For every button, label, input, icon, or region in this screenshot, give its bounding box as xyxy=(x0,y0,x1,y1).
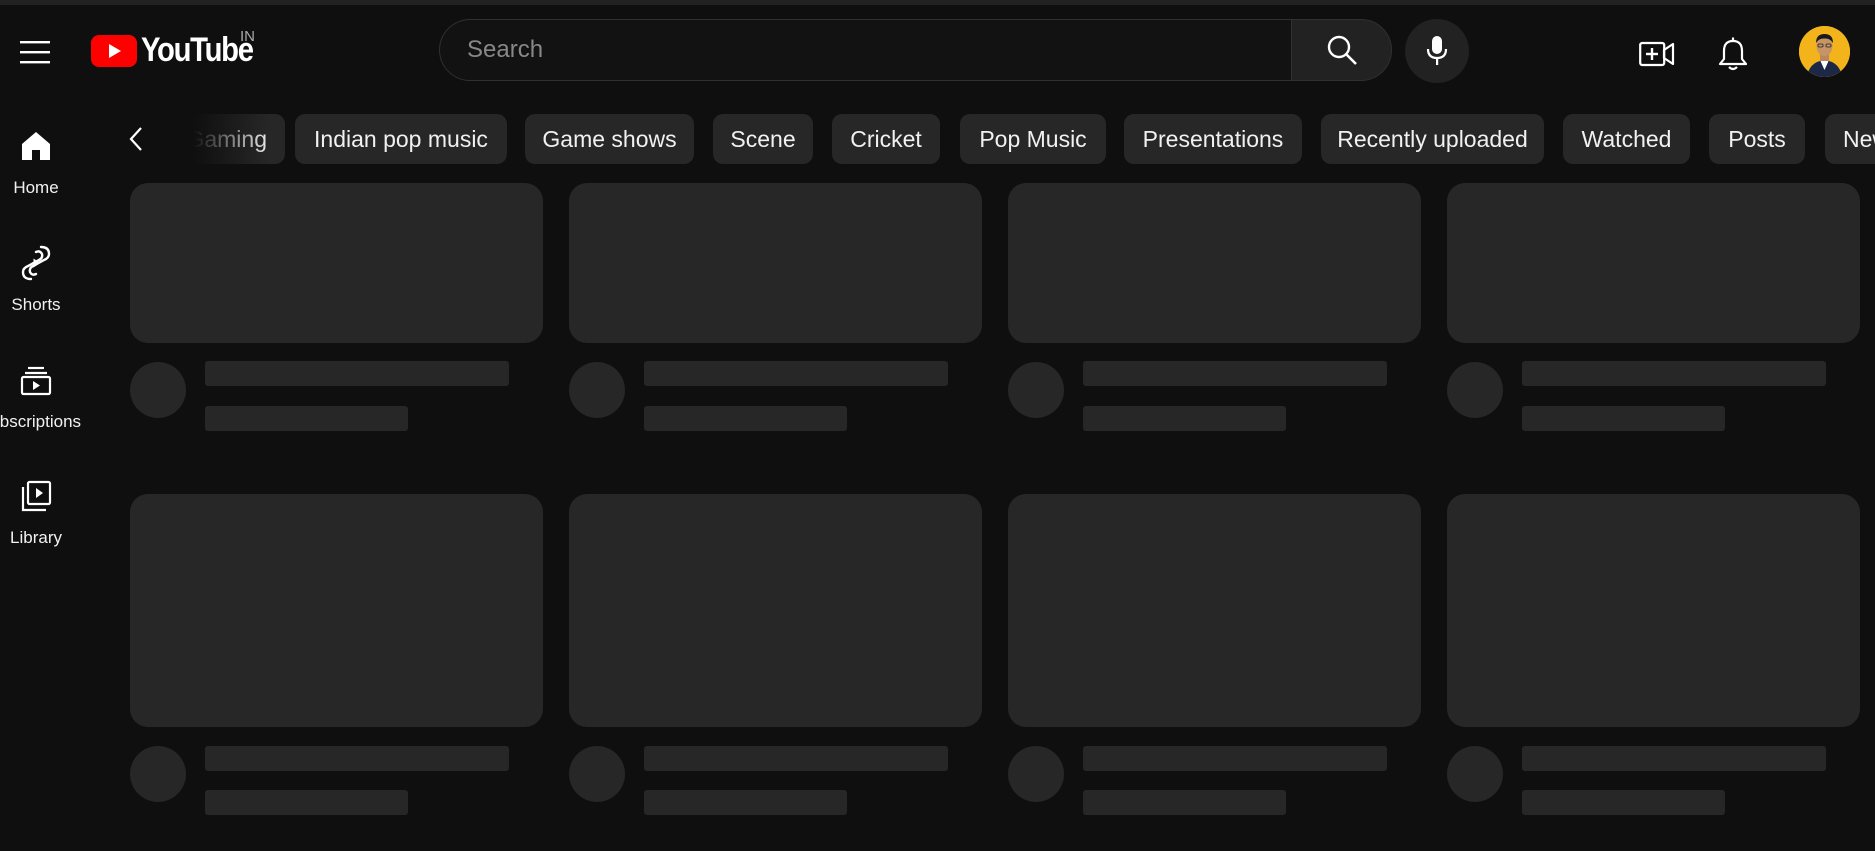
channel-avatar-placeholder xyxy=(1008,746,1064,802)
video-thumbnail-placeholder[interactable] xyxy=(1447,183,1860,343)
meta-placeholder xyxy=(205,406,408,431)
create-button[interactable] xyxy=(1635,32,1679,76)
mic-icon xyxy=(1426,36,1448,65)
sidebar-item-label: Shorts xyxy=(11,295,61,314)
sidebar-item-label: Library xyxy=(10,528,62,547)
chip-bar-back-button[interactable] xyxy=(118,118,154,160)
bell-icon xyxy=(1718,37,1748,71)
title-placeholder xyxy=(1522,361,1826,386)
sidebar-item-label: Home xyxy=(13,178,59,197)
channel-avatar-placeholder xyxy=(130,746,186,802)
video-thumbnail-placeholder[interactable] xyxy=(1008,183,1421,343)
menu-icon[interactable] xyxy=(16,33,54,71)
chip-indian-pop-music[interactable]: Indian pop music xyxy=(295,114,507,164)
chip-bar: Gaming Indian pop music Game shows Scene… xyxy=(125,114,1875,164)
search-box xyxy=(439,19,1291,81)
channel-avatar-placeholder xyxy=(130,362,186,418)
meta-placeholder xyxy=(1083,790,1286,815)
title-placeholder xyxy=(205,361,509,386)
chip-scene[interactable]: Scene xyxy=(713,114,813,164)
notifications-button[interactable] xyxy=(1711,32,1755,76)
sidebar-item-home[interactable]: Home xyxy=(0,110,72,220)
chevron-left-icon xyxy=(129,127,142,151)
chip-cricket[interactable]: Cricket xyxy=(832,114,940,164)
title-placeholder xyxy=(1522,746,1826,771)
title-placeholder xyxy=(205,746,509,771)
voice-search-button[interactable] xyxy=(1405,19,1469,83)
channel-avatar-placeholder xyxy=(569,362,625,418)
chip-posts[interactable]: Posts xyxy=(1709,114,1805,164)
meta-placeholder xyxy=(205,790,408,815)
library-icon xyxy=(18,478,54,514)
chip-pop-music[interactable]: Pop Music xyxy=(960,114,1106,164)
sidebar-item-library[interactable]: Library xyxy=(0,460,72,570)
masthead: YouTube IN xyxy=(0,5,1875,95)
youtube-play-icon xyxy=(91,34,137,67)
chip-recently-uploaded[interactable]: Recently uploaded xyxy=(1321,114,1544,164)
channel-avatar-placeholder xyxy=(1447,746,1503,802)
meta-placeholder xyxy=(1083,406,1286,431)
shorts-icon xyxy=(18,245,54,281)
chip-presentations[interactable]: Presentations xyxy=(1124,114,1302,164)
sidebar-item-subscriptions[interactable]: Subscriptions xyxy=(0,344,81,454)
home-icon xyxy=(18,128,54,164)
video-thumbnail-placeholder[interactable] xyxy=(569,494,982,727)
sidebar-item-shorts[interactable]: Shorts xyxy=(0,227,72,337)
video-thumbnail-placeholder[interactable] xyxy=(569,183,982,343)
sidebar-item-label: Subscriptions xyxy=(0,412,82,431)
video-thumbnail-placeholder[interactable] xyxy=(1008,494,1421,727)
chip-game-shows[interactable]: Game shows xyxy=(525,114,694,164)
title-placeholder xyxy=(644,361,948,386)
logo-wordmark: YouTube xyxy=(141,31,254,69)
video-thumbnail-placeholder[interactable] xyxy=(130,183,543,343)
meta-placeholder xyxy=(644,790,847,815)
chip-watched[interactable]: Watched xyxy=(1563,114,1690,164)
search-icon xyxy=(1327,35,1357,65)
avatar[interactable] xyxy=(1799,26,1850,77)
video-thumbnail-placeholder[interactable] xyxy=(130,494,543,727)
channel-avatar-placeholder xyxy=(569,746,625,802)
search-input[interactable] xyxy=(465,35,1249,65)
create-video-icon xyxy=(1639,41,1675,67)
country-code: IN xyxy=(240,28,255,45)
meta-placeholder xyxy=(1522,406,1725,431)
title-placeholder xyxy=(1083,361,1387,386)
video-thumbnail-placeholder[interactable] xyxy=(1447,494,1860,727)
subscriptions-icon xyxy=(18,362,54,398)
chip-new-to-you[interactable]: New to you xyxy=(1825,114,1875,164)
title-placeholder xyxy=(1083,746,1387,771)
meta-placeholder xyxy=(644,406,847,431)
search-button[interactable] xyxy=(1291,19,1392,81)
meta-placeholder xyxy=(1522,790,1725,815)
channel-avatar-placeholder xyxy=(1008,362,1064,418)
channel-avatar-placeholder xyxy=(1447,362,1503,418)
title-placeholder xyxy=(644,746,948,771)
